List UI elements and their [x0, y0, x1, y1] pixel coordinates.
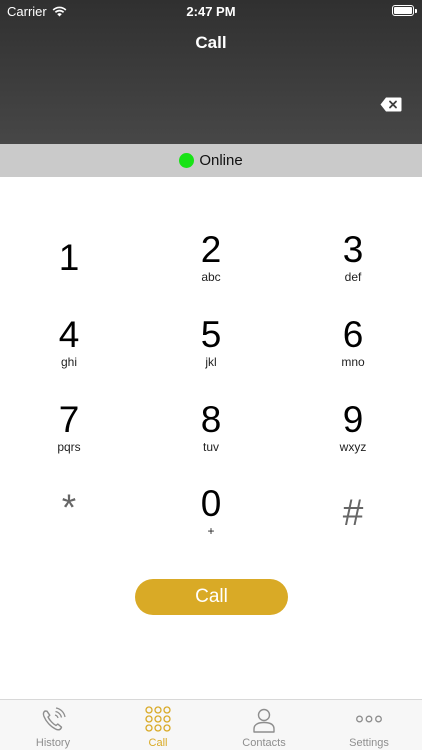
dialpad-key-hash[interactable]: #	[303, 493, 403, 565]
connection-status-bar: Online	[0, 144, 422, 177]
key-digit: 0	[200, 483, 222, 524]
call-button[interactable]: Call	[135, 579, 288, 615]
key-letters: tuv	[202, 440, 219, 454]
status-bar: Carrier 2:47 PM	[0, 0, 422, 22]
dialpad-key-9[interactable]: 9 wxyz	[303, 400, 403, 472]
key-letters: jkl	[205, 355, 217, 369]
backspace-icon[interactable]	[380, 97, 402, 112]
dialpad-key-1[interactable]: 1	[19, 238, 119, 310]
dialpad-key-3[interactable]: 3 def	[303, 230, 403, 302]
key-letters: def	[344, 270, 362, 284]
key-digit: 1	[58, 237, 80, 278]
dialpad-key-7[interactable]: 7 pqrs	[19, 400, 119, 472]
tab-history[interactable]: History	[0, 700, 106, 750]
dialpad-key-8[interactable]: 8 tuv	[161, 400, 261, 472]
key-digit: 2	[200, 229, 222, 270]
tab-label: History	[35, 737, 71, 749]
online-status-dot	[179, 153, 195, 168]
page-title: Call	[195, 33, 227, 52]
dialpad-key-6[interactable]: 6 mno	[303, 315, 403, 387]
battery-icon	[392, 5, 417, 16]
key-letters: mno	[341, 355, 365, 369]
tab-label: Call	[148, 737, 168, 749]
phone-number-input[interactable]	[40, 80, 360, 128]
key-digit: #	[342, 492, 364, 533]
more-icon	[356, 715, 382, 723]
header: Carrier 2:47 PM Call	[0, 0, 422, 144]
key-digit: 7	[58, 399, 80, 440]
tab-contacts[interactable]: Contacts	[211, 700, 317, 750]
status-time: 2:47 PM	[186, 4, 236, 19]
person-icon	[253, 708, 275, 733]
dialpad-icon	[145, 706, 171, 732]
tab-bar: History Call Contacts Settings	[0, 699, 422, 750]
key-digit: *	[61, 487, 77, 528]
key-letters: ghi	[60, 355, 77, 369]
tab-settings[interactable]: Settings	[316, 700, 422, 750]
tab-label: Settings	[349, 737, 389, 749]
key-letters: wxyz	[339, 440, 367, 454]
tab-label: Contacts	[242, 737, 286, 749]
dialpad-key-4[interactable]: 4 ghi	[19, 315, 119, 387]
key-letters: pqrs	[57, 440, 81, 454]
dialpad-key-0[interactable]: 0 +	[161, 484, 261, 556]
dialpad-key-5[interactable]: 5 jkl	[161, 315, 261, 387]
key-digit: 9	[342, 399, 364, 440]
tab-call[interactable]: Call	[105, 700, 211, 750]
key-letters: abc	[201, 270, 221, 284]
connection-status-label: Online	[199, 152, 243, 169]
dialpad-key-2[interactable]: 2 abc	[161, 230, 261, 302]
key-digit: 6	[342, 314, 364, 355]
key-digit: 3	[342, 229, 364, 270]
key-digit: 5	[200, 314, 222, 355]
phone-history-icon	[42, 707, 66, 731]
key-letters: +	[207, 524, 215, 538]
key-digit: 8	[200, 399, 222, 440]
key-digit: 4	[58, 314, 80, 355]
dialpad-key-star[interactable]: *	[19, 488, 119, 560]
